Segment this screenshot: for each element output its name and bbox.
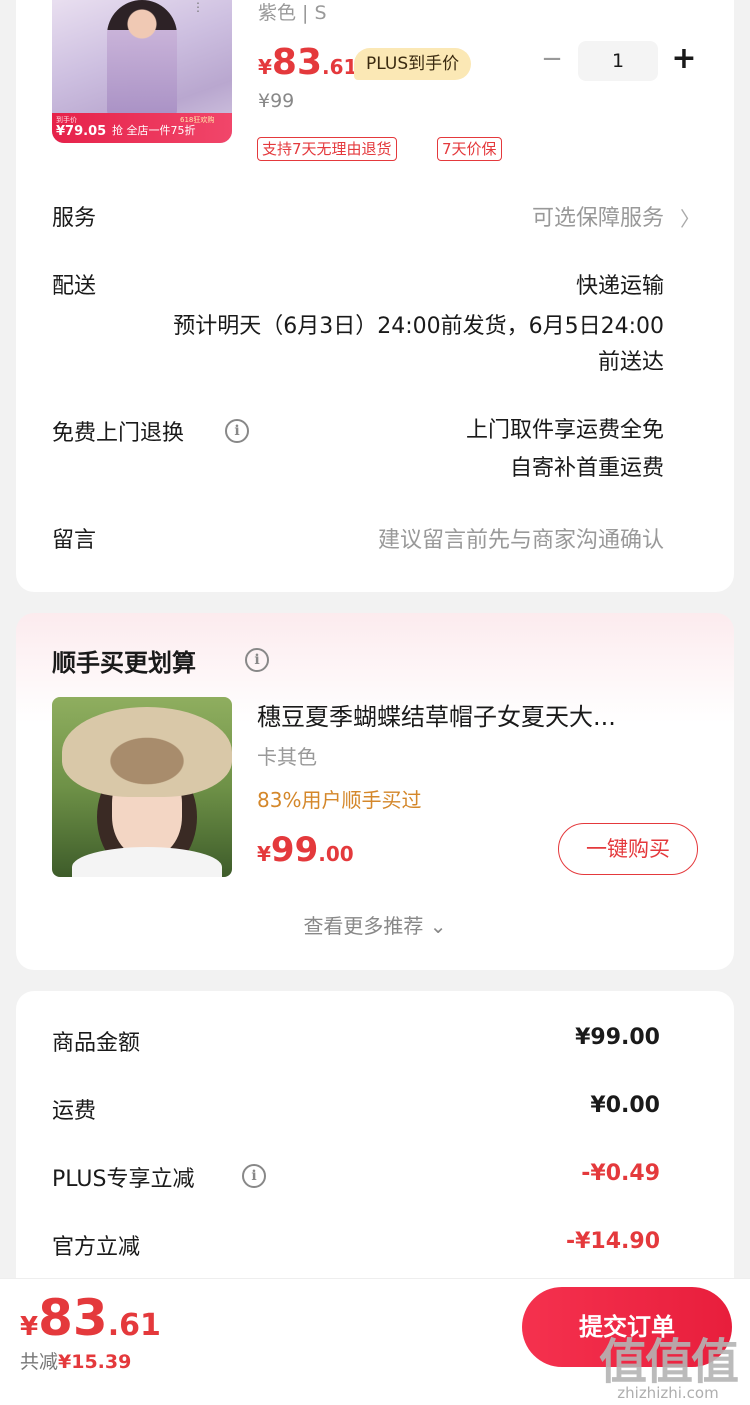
quantity-input[interactable]: 1: [578, 41, 658, 81]
watermark-text: zhizhizhi.com: [617, 1384, 719, 1402]
price-protect-tag: 7天价保: [437, 137, 502, 161]
image-body: [72, 847, 222, 877]
recommend-product-color: 卡其色: [257, 745, 317, 769]
delivery-method[interactable]: 快递运输: [576, 268, 664, 300]
chevron-down-icon: ⌄: [429, 914, 447, 938]
recommend-title: 顺手买更划算: [52, 649, 196, 677]
promo-price: ¥79.05: [56, 124, 107, 139]
recommend-buy-rate: 83%用户顺手买过: [257, 788, 422, 812]
product-spec: 紫色 | S: [258, 2, 327, 24]
return-policy-tag: 支持7天无理由退货: [257, 137, 397, 161]
image-hat: [62, 707, 232, 797]
summary-label: PLUS专享立减: [52, 1167, 195, 1192]
summary-label: 官方立减: [52, 1235, 141, 1260]
promo-event: 618狂欢购: [180, 116, 215, 124]
delivery-estimate-cont: 前送达: [597, 350, 664, 375]
recommend-product-title[interactable]: 穗豆夏季蝴蝶结草帽子女夏天大...: [257, 697, 697, 732]
return-line2: 自寄补首重运费: [509, 456, 664, 481]
recommend-product-price: ¥99.00: [257, 830, 354, 870]
summary-label: 运费: [52, 1099, 97, 1124]
info-icon[interactable]: i: [242, 1164, 266, 1188]
product-thumbnail[interactable]: ⋮ 到手价 ¥79.05 抢 全店一件75折 618狂欢购: [52, 0, 232, 143]
summary-value: ¥0.00: [590, 1093, 660, 1118]
quantity-increase-button[interactable]: +: [670, 44, 698, 74]
total-price: ¥83.61: [20, 1289, 161, 1347]
summary-value: -¥0.49: [581, 1161, 660, 1186]
plus-price-tag: PLUS到手价: [354, 48, 472, 80]
info-icon[interactable]: i: [225, 419, 249, 443]
delivery-label: 配送: [52, 274, 97, 299]
message-input[interactable]: 建议留言前先与商家沟通确认: [378, 522, 664, 554]
recommend-product-image[interactable]: [52, 697, 232, 877]
product-price: ¥83.61: [258, 42, 358, 83]
original-price: ¥99: [258, 90, 295, 112]
watermark-logo: 值值值: [598, 1334, 739, 1390]
summary-label: 商品金额: [52, 1031, 141, 1056]
more-icon: ⋮: [192, 0, 204, 14]
service-value[interactable]: 可选保障服务: [532, 200, 664, 232]
delivery-estimate: 预计明天（6月3日）24:00前发货，6月5日24:00: [173, 314, 664, 339]
one-click-buy-button[interactable]: 一键购买: [558, 823, 698, 875]
quantity-decrease-button[interactable]: −: [540, 44, 564, 74]
info-icon[interactable]: i: [245, 648, 269, 672]
summary-value: ¥99.00: [575, 1025, 660, 1050]
return-label: 免费上门退换: [52, 421, 185, 446]
total-saved: 共减¥15.39: [20, 1351, 132, 1373]
message-label: 留言: [52, 528, 97, 553]
product-model-image: [107, 0, 177, 120]
site-watermark: 值值值 zhizhizhi.com: [598, 1322, 739, 1402]
summary-value: -¥14.90: [565, 1229, 660, 1254]
more-recommend-link[interactable]: 查看更多推荐 ⌄: [0, 910, 750, 939]
service-label: 服务: [52, 206, 97, 231]
return-line1: 上门取件享运费全免: [465, 418, 664, 443]
promo-banner: 到手价 ¥79.05 抢 全店一件75折 618狂欢购: [52, 113, 232, 143]
chevron-right-icon[interactable]: 〉: [680, 203, 700, 232]
